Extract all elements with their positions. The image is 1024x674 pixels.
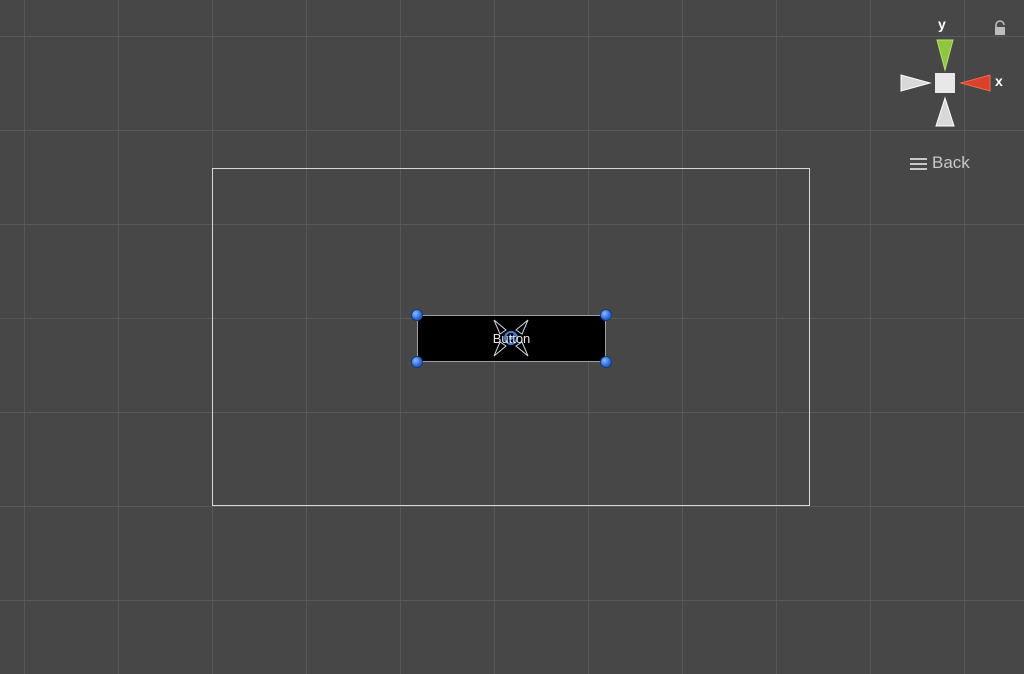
- resize-handle-bottom-right[interactable]: [600, 356, 612, 368]
- x-axis-label: x: [995, 73, 1003, 89]
- lock-icon[interactable]: [993, 20, 1007, 36]
- resize-handle-top-right[interactable]: [600, 309, 612, 321]
- scene-view[interactable]: Button y x Back: [0, 0, 1024, 674]
- y-axis-label: y: [938, 16, 946, 32]
- neg-y-axis-cone[interactable]: [935, 96, 955, 127]
- button-label: Button: [492, 331, 531, 346]
- neg-x-axis-cone[interactable]: [900, 74, 932, 92]
- resize-handle-bottom-left[interactable]: [411, 356, 423, 368]
- x-axis-cone[interactable]: [959, 74, 991, 92]
- back-label: Back: [932, 153, 970, 172]
- y-axis-cone[interactable]: [936, 39, 954, 72]
- hamburger-menu-icon: [910, 157, 927, 170]
- resize-handle-top-left[interactable]: [411, 309, 423, 321]
- back-button[interactable]: Back: [910, 153, 970, 173]
- gizmo-center-cube[interactable]: [935, 73, 955, 93]
